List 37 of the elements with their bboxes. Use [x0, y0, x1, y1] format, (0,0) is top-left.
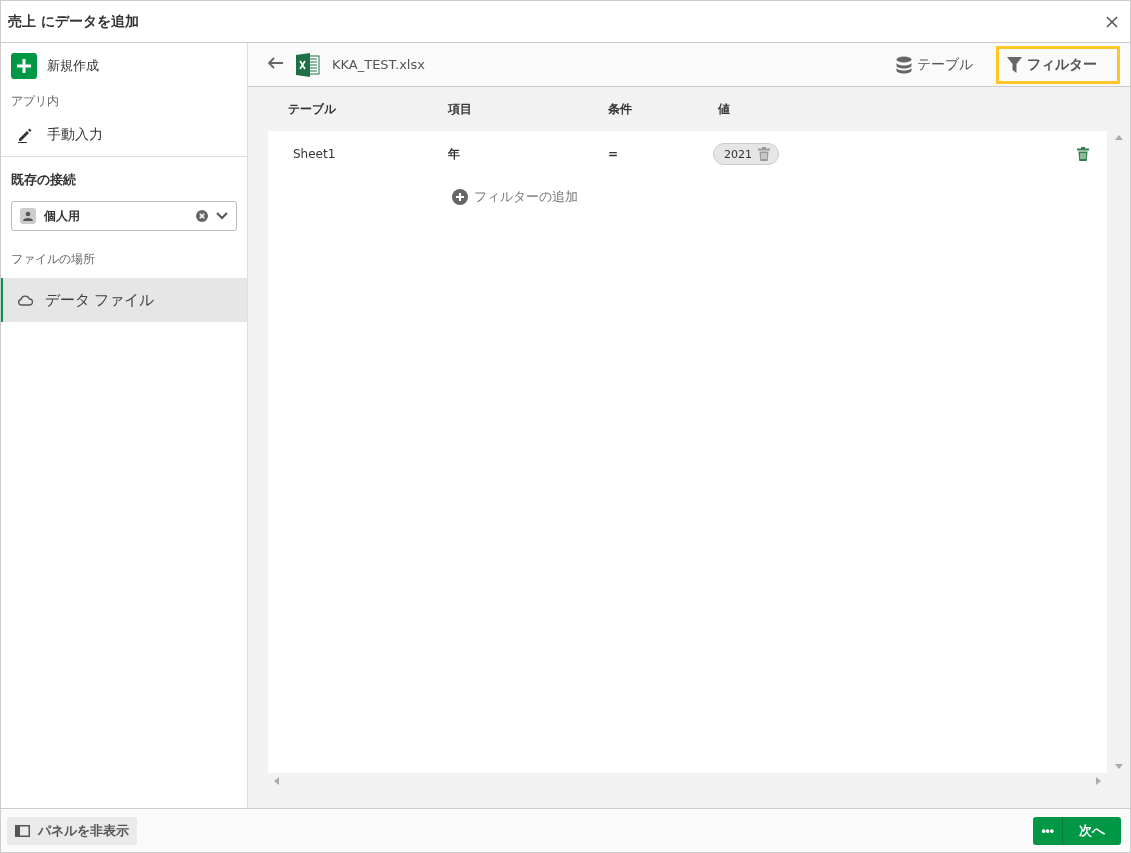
window-title: 売上 にデータを追加	[8, 12, 139, 31]
database-icon	[896, 55, 912, 74]
pencil-icon	[17, 127, 33, 143]
section-heading: 既存の接続	[10, 171, 77, 189]
delete-icon[interactable]	[1077, 147, 1089, 161]
view-tab[interactable]: フィルター	[996, 45, 1120, 84]
view-tab[interactable]: テーブル	[885, 45, 984, 84]
add-filter-button[interactable]: フィルターの追加	[446, 187, 584, 207]
plus-icon	[11, 53, 37, 79]
file-name: KKA_TEST.xlsx	[332, 57, 426, 72]
column-header: 条件	[608, 100, 633, 118]
field-cell-text: 年	[448, 145, 461, 163]
section-heading: ファイルの場所	[10, 251, 96, 268]
clear-icon[interactable]	[196, 210, 208, 222]
plus-circle-icon	[452, 189, 468, 205]
condition-cell-text: =	[608, 147, 620, 161]
value-chip[interactable]: 2021	[713, 143, 779, 165]
select-value: 個人用	[44, 207, 81, 225]
location-item[interactable]: データ ファイル	[1, 278, 247, 322]
more-button[interactable]: •••	[1033, 816, 1063, 845]
spreadsheet-icon	[296, 52, 320, 77]
next-button[interactable]: 次へ	[1063, 816, 1121, 845]
user-icon	[20, 208, 36, 224]
cloud-icon	[17, 294, 33, 306]
hide-panel-button[interactable]: パネルを非表示	[7, 816, 137, 845]
panel-icon	[15, 824, 30, 837]
chevron-down-icon[interactable]	[216, 212, 228, 220]
connection-select[interactable]: 個人用	[11, 201, 237, 231]
column-header: 値	[718, 100, 731, 118]
create-new-button[interactable]: 新規作成	[1, 43, 247, 89]
close-icon[interactable]	[1106, 15, 1118, 28]
table-cell-text: Sheet1	[293, 147, 337, 161]
column-header: 項目	[448, 100, 473, 118]
column-header: テーブル	[288, 100, 337, 118]
manual-entry-item[interactable]: 手動入力	[1, 114, 247, 157]
section-heading: アプリ内	[10, 93, 60, 110]
filter-icon	[1007, 56, 1022, 73]
